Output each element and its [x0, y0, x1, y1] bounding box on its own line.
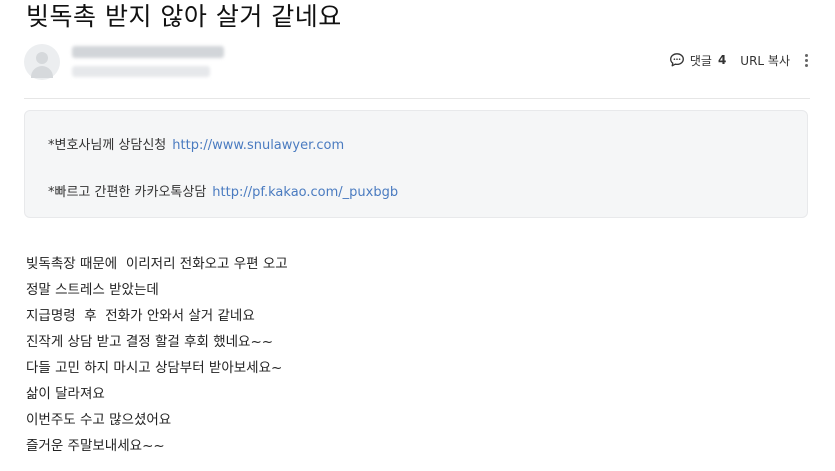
comment-count: 4 [717, 53, 727, 67]
blurred-post-date [72, 66, 210, 77]
body-line: 정말 스트레스 받았는데 [26, 282, 159, 298]
body-line: 진작게 상담 받고 결정 할걸 후회 했네요~~ [26, 334, 274, 350]
comment-bubble-icon [669, 53, 684, 67]
body-line: 빚독촉장 때문에 이리저리 전화오고 우편 오고 [26, 256, 288, 272]
lawyer-site-link[interactable]: http://www.snulawyer.com [172, 138, 344, 153]
notice-line-kakao: *빠르고 간편한 카카오톡상담 http://pf.kakao.com/_puxb… [48, 181, 398, 200]
more-options-icon[interactable] [802, 51, 810, 69]
blurred-author-name [72, 46, 224, 58]
url-copy-button[interactable]: URL 복사 [740, 52, 790, 69]
avatar[interactable] [24, 44, 60, 80]
notice-text: *변호사님께 상담신청 [48, 138, 167, 153]
body-line: 삶이 달라져요 [26, 386, 105, 402]
notice-text: *빠르고 간편한 카카오톡상담 [48, 185, 207, 200]
comment-label: 댓글 [689, 53, 712, 68]
notice-line-consult: *변호사님께 상담신청 http://www.snulawyer.com [48, 134, 344, 153]
body-line: 즐거운 주말보내세요~~ [26, 438, 165, 454]
body-line: 이번주도 수고 많으셨어요 [26, 412, 172, 428]
post-body: 빚독촉장 때문에 이리저리 전화오고 우편 오고 정말 스트레스 받았는데 지급… [26, 251, 288, 459]
post-actions: 댓글 4 URL 복사 [669, 50, 810, 70]
body-line: 지급명령 후 전화가 안와서 살거 같네요 [26, 308, 255, 324]
body-line: 다들 고민 하지 마시고 상담부터 받아보세요~ [26, 360, 283, 376]
post-title: 빚독촉 받지 않아 살거 같네요 [26, 2, 342, 31]
divider [24, 98, 810, 99]
author-row: 댓글 4 URL 복사 [24, 44, 810, 90]
comment-button[interactable]: 댓글 4 [669, 52, 740, 69]
kakao-consult-link[interactable]: http://pf.kakao.com/_puxbgb [212, 185, 398, 200]
notice-box: *변호사님께 상담신청 http://www.snulawyer.com *빠르고… [24, 110, 808, 218]
